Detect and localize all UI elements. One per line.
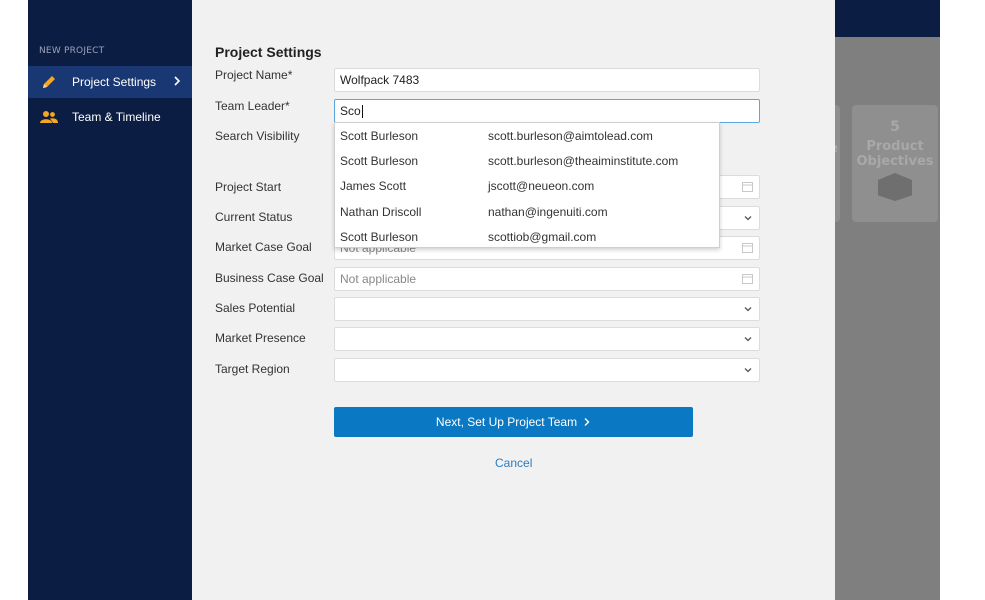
suggestion-email: scott.burleson@theaiminstitute.com xyxy=(488,153,679,168)
suggestion-name: Scott Burleson xyxy=(340,128,419,143)
suggestion-name: Scott Burleson xyxy=(340,153,419,168)
sales-potential-label: Sales Potential xyxy=(215,301,296,315)
wizard-sidebar: NEW PROJECT Project Settings Team & Time… xyxy=(28,0,192,600)
project-name-label: Project Name* xyxy=(215,68,293,82)
card-label-line1: Product xyxy=(866,139,924,154)
business-case-goal-input[interactable]: Not applicable xyxy=(334,267,760,291)
next-set-up-project-team-button[interactable]: Next, Set Up Project Team xyxy=(334,407,693,437)
suggestion-item[interactable]: Nathan Driscoll nathan@ingenuiti.com xyxy=(335,199,719,224)
sidebar-item-team-timeline[interactable]: Team & Timeline xyxy=(28,101,192,133)
calendar-icon xyxy=(742,273,753,287)
calendar-icon xyxy=(742,181,753,195)
text-caret xyxy=(361,104,363,118)
cancel-link[interactable]: Cancel xyxy=(495,456,532,470)
suggestion-email: nathan@ingenuiti.com xyxy=(488,204,608,219)
team-leader-label: Team Leader* xyxy=(215,99,290,113)
suggestion-item[interactable]: Scott Burleson scottiob@gmail.com xyxy=(335,224,719,249)
suggestion-item[interactable]: Scott Burleson scott.burleson@theaiminst… xyxy=(335,148,719,173)
chevron-right-icon xyxy=(172,74,182,91)
sidebar-item-project-settings[interactable]: Project Settings xyxy=(28,66,192,98)
suggestion-item[interactable]: James Scott jscott@neueon.com xyxy=(335,173,719,198)
chevron-down-icon xyxy=(743,364,753,378)
card-number: 5 xyxy=(890,119,900,135)
suggestion-email: scottiob@gmail.com xyxy=(488,229,597,244)
project-settings-panel: Project Settings Project Name* Wolfpack … xyxy=(192,0,835,600)
chevron-down-icon xyxy=(743,333,753,347)
sidebar-item-label: Team & Timeline xyxy=(72,110,161,124)
search-visibility-label: Search Visibility xyxy=(215,129,300,143)
sidebar-item-label: Project Settings xyxy=(72,75,157,89)
target-region-label: Target Region xyxy=(215,362,290,376)
suggestion-name: Scott Burleson xyxy=(340,229,419,244)
market-presence-label: Market Presence xyxy=(215,331,306,345)
market-presence-select[interactable] xyxy=(334,327,760,351)
sales-potential-select[interactable] xyxy=(334,297,760,321)
market-case-goal-label: Market Case Goal xyxy=(215,240,312,254)
page-title: Project Settings xyxy=(215,44,322,60)
chevron-right-icon xyxy=(583,417,591,427)
card-label-line2: Objectives xyxy=(856,154,934,169)
business-case-goal-placeholder: Not applicable xyxy=(340,272,417,286)
team-leader-value: Sco xyxy=(340,104,361,118)
chevron-down-icon xyxy=(743,212,753,226)
current-status-label: Current Status xyxy=(215,210,293,224)
suggestion-name: Nathan Driscoll xyxy=(340,204,422,219)
business-case-goal-label: Business Case Goal xyxy=(215,271,324,285)
suggestion-email: scott.burleson@aimtolead.com xyxy=(488,128,653,143)
calendar-icon xyxy=(742,242,753,256)
target-region-select[interactable] xyxy=(334,358,760,382)
project-start-label: Project Start xyxy=(215,180,282,194)
users-icon xyxy=(39,110,59,124)
team-leader-suggestions: Scott Burleson scott.burleson@aimtolead.… xyxy=(334,122,720,248)
suggestion-email: jscott@neueon.com xyxy=(488,178,595,193)
box-icon xyxy=(878,173,912,201)
project-name-value: Wolfpack 7483 xyxy=(340,73,420,87)
project-name-input[interactable]: Wolfpack 7483 xyxy=(334,68,760,92)
sidebar-heading: NEW PROJECT xyxy=(39,46,105,56)
suggestion-item[interactable]: Scott Burleson scott.burleson@aimtolead.… xyxy=(335,123,719,148)
team-leader-input[interactable]: Sco xyxy=(334,99,760,123)
next-button-label: Next, Set Up Project Team xyxy=(435,415,578,429)
pencil-icon xyxy=(39,74,59,90)
chevron-down-icon xyxy=(743,303,753,317)
suggestion-name: James Scott xyxy=(340,178,407,193)
background-card-product-objectives: 5 Product Objectives xyxy=(852,105,938,222)
